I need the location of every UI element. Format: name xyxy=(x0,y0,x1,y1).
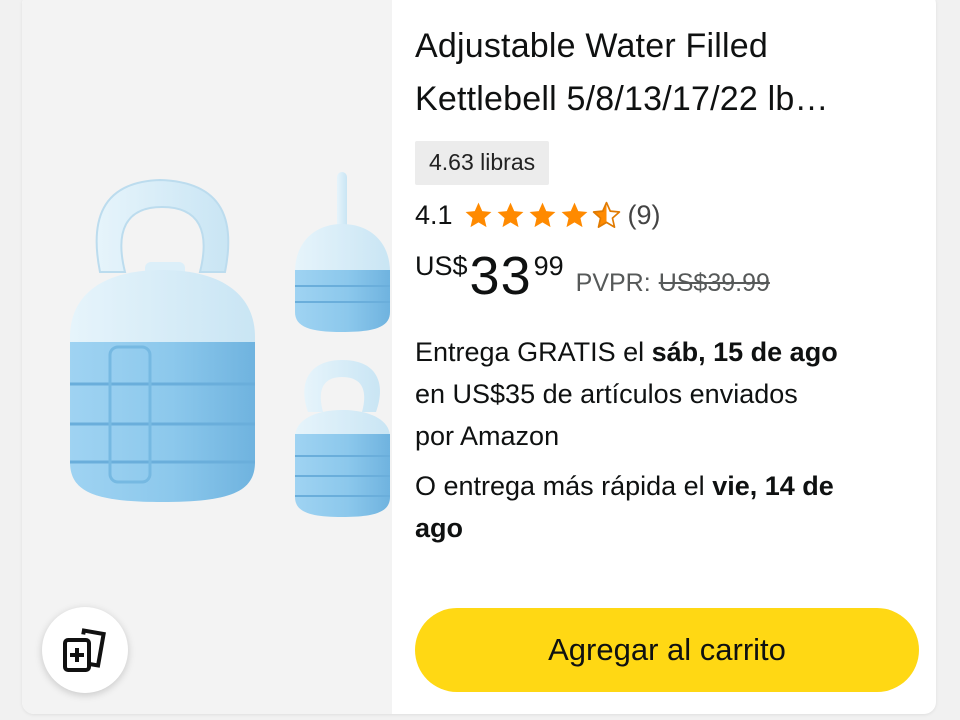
product-info: Adjustable Water Filled Kettlebell 5/8/1… xyxy=(415,20,925,549)
list-price: US$39.99 xyxy=(658,269,770,297)
fast-delivery-prefix: O entrega más rápida el xyxy=(415,471,705,501)
product-image[interactable] xyxy=(40,162,390,532)
weight-badge: 4.63 libras xyxy=(415,141,550,185)
list-price-label: PVPR: xyxy=(575,269,651,297)
product-image-panel[interactable] xyxy=(22,0,392,714)
compare-button[interactable] xyxy=(42,607,128,693)
delivery-line3: por Amazon xyxy=(415,421,560,451)
product-title-line1[interactable]: Adjustable Water Filled xyxy=(415,20,925,73)
star-half-icon xyxy=(592,201,620,228)
price-fraction: 99 xyxy=(533,251,564,281)
price-whole: 33 xyxy=(469,246,532,306)
add-to-cart-button[interactable]: Agregar al carrito xyxy=(415,608,919,692)
fast-delivery-date-part2: ago xyxy=(415,513,464,543)
star-full-icon xyxy=(561,202,587,227)
delivery-info: Entrega GRATIS el sáb, 15 de ago en US$3… xyxy=(415,331,925,457)
fast-delivery-info: O entrega más rápida el vie, 14 de ago xyxy=(415,465,925,549)
star-full-icon xyxy=(465,202,491,227)
compare-cards-icon xyxy=(63,628,106,672)
delivery-date: sáb, 15 de ago xyxy=(651,337,838,367)
rating-value: 4.1 xyxy=(415,199,453,230)
fast-delivery-date-part1: vie, 14 de xyxy=(712,471,834,501)
delivery-line2: en US$35 de artículos enviados xyxy=(415,379,798,409)
star-full-icon xyxy=(529,202,555,227)
star-rating xyxy=(463,200,622,231)
product-title-line2[interactable]: Kettlebell 5/8/13/17/22 lb… xyxy=(415,73,925,126)
star-full-icon xyxy=(497,202,523,227)
product-card[interactable]: Adjustable Water Filled Kettlebell 5/8/1… xyxy=(22,0,936,714)
delivery-prefix: Entrega GRATIS el xyxy=(415,337,645,367)
page: Adjustable Water Filled Kettlebell 5/8/1… xyxy=(0,0,960,720)
rating-count[interactable]: (9) xyxy=(628,200,661,231)
price-row: US$ 33 99 PVPR: US$39.99 xyxy=(415,245,925,307)
rating-row[interactable]: 4.1 (9) xyxy=(415,197,925,233)
price-currency: US$ xyxy=(415,251,468,281)
